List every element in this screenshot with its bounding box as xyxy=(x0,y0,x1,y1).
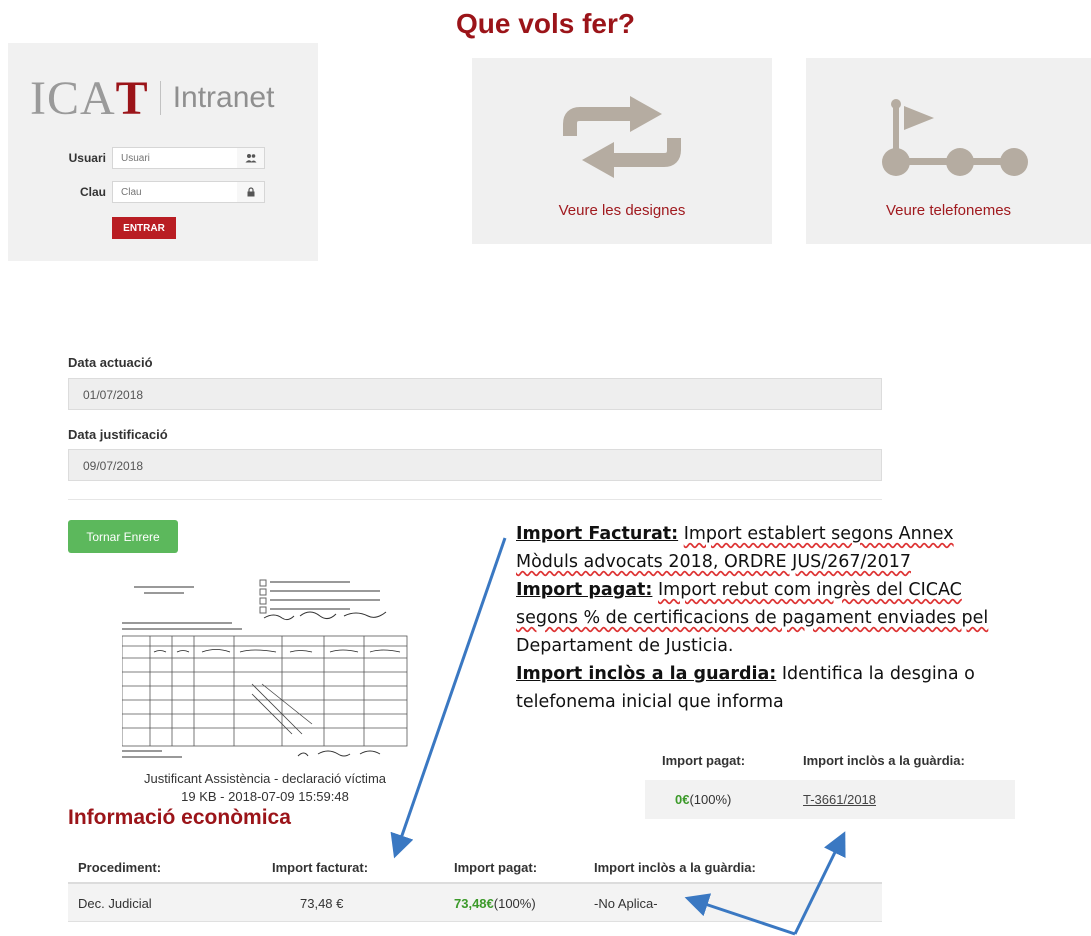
login-submit-button[interactable]: ENTRAR xyxy=(112,217,176,239)
login-panel: ICAT Intranet Usuari Clau ENTRAR xyxy=(8,43,318,261)
username-input[interactable] xyxy=(112,147,238,169)
password-label: Clau xyxy=(79,185,106,199)
logo-divider xyxy=(159,81,161,115)
import-facturat-term: Import Facturat: xyxy=(516,524,679,544)
import-pagat-desc-b: segons % de certificacions de pagament e… xyxy=(516,608,989,628)
import-facturat-desc-b: Mòduls advocats 2018, ORDRE JUS/267/2017 xyxy=(516,552,911,572)
header-import-facturat: Import facturat: xyxy=(272,860,369,875)
economic-info-title: Informació econòmica xyxy=(68,806,291,829)
logo-intranet-text: Intranet xyxy=(172,81,275,114)
password-input[interactable] xyxy=(112,181,238,203)
action-date-label: Data actuació xyxy=(68,355,153,370)
header-import-inclos: Import inclòs a la guàrdia: xyxy=(594,860,756,875)
lock-icon xyxy=(237,181,265,203)
import-pagat-term: Import pagat: xyxy=(516,580,653,600)
view-designations-label: Veure les designes xyxy=(558,202,686,219)
guard-table-header-paid: Import pagat: xyxy=(662,753,746,768)
attachment-caption: Justificant Assistència - declaració víc… xyxy=(143,771,387,786)
back-button[interactable]: Tornar Enrere xyxy=(68,520,178,553)
justification-date-label: Data justificació xyxy=(68,427,168,442)
import-inclos-desc-a: Identifica la desgina o xyxy=(781,664,975,684)
attachment-thumbnail[interactable] xyxy=(121,574,412,764)
guard-paid-pct: (100%) xyxy=(689,792,732,807)
cell-procediment: Dec. Judicial xyxy=(78,896,152,911)
icat-intranet-logo: ICA T Intranet xyxy=(30,71,275,125)
scanned-form-image xyxy=(121,579,408,758)
guard-paid-cell: 0€(100%) xyxy=(675,792,731,807)
annotation-text: Import Facturat: Import establert segons… xyxy=(516,520,1086,716)
guard-paid-amount: 0€ xyxy=(675,792,690,807)
economic-table-row: Dec. Judicial 73,48 € 73,48€(100%) -No A… xyxy=(68,884,882,922)
cell-import-facturat: 73,48 € xyxy=(300,896,344,911)
import-inclos-desc-b: telefonema inicial que informa xyxy=(516,692,784,712)
guard-table-header-included: Import inclòs a la guàrdia: xyxy=(803,753,965,768)
logo-ica-text: ICA xyxy=(30,71,116,125)
import-facturat-desc-a: Import establert segons Annex xyxy=(683,524,954,544)
cell-import-pagat-pct: (100%) xyxy=(493,896,536,911)
username-row: Usuari xyxy=(8,147,318,171)
import-pagat-desc-a: Import rebut com ingrès del CICAC xyxy=(658,580,962,600)
import-inclos-term: Import inclòs a la guardia: xyxy=(516,664,777,684)
section-divider xyxy=(68,499,882,500)
password-row: Clau xyxy=(8,181,318,205)
guard-link-t3661[interactable]: T-3661/2018 xyxy=(803,792,876,807)
economic-table-header: Procediment: Import facturat: Import pag… xyxy=(68,850,882,884)
attachment-meta: 19 KB - 2018-07-09 15:59:48 xyxy=(181,789,349,804)
view-designations-card[interactable]: Veure les designes xyxy=(472,58,772,244)
action-date-field: 01/07/2018 xyxy=(68,378,882,410)
view-calls-label: Veure telefonemes xyxy=(885,202,1012,219)
cell-import-pagat-amount: 73,48€ xyxy=(454,896,494,911)
cell-import-inclos: -No Aplica- xyxy=(594,896,658,911)
import-pagat-desc-c: Departament de Justicia. xyxy=(516,636,734,656)
page-title: Que vols fer? xyxy=(456,8,635,39)
header-procediment: Procediment: xyxy=(78,860,162,875)
username-label: Usuari xyxy=(68,151,106,165)
logo-t-text: T xyxy=(115,71,148,125)
justification-date-field: 09/07/2018 xyxy=(68,449,882,481)
users-icon xyxy=(237,147,265,169)
guard-table-row: 0€(100%) T-3661/2018 xyxy=(645,780,1015,819)
header-import-pagat: Import pagat: xyxy=(454,860,538,875)
view-calls-card[interactable]: Veure telefonemes xyxy=(806,58,1091,244)
cell-import-pagat: 73,48€(100%) xyxy=(454,896,536,911)
